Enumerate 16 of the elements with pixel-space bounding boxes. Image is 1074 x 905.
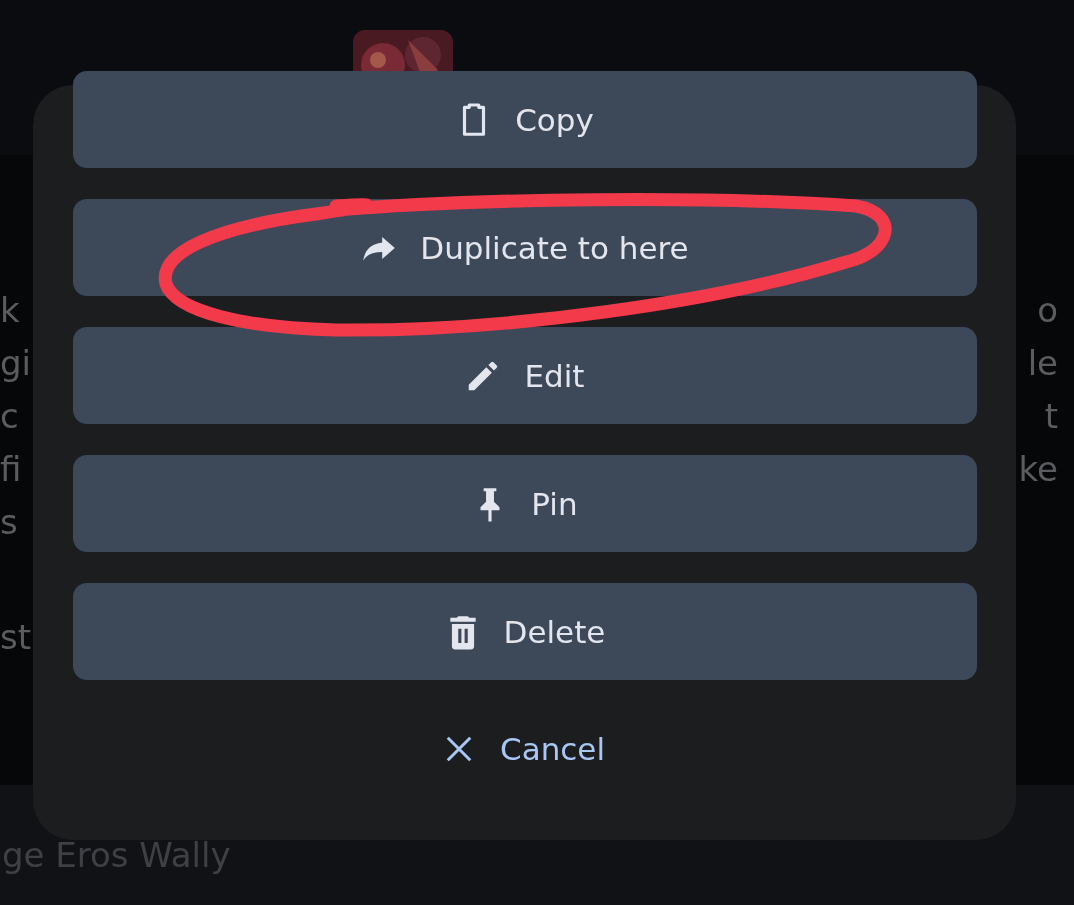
message-text-fragment: t — [1044, 395, 1058, 438]
message-text-fragment: le — [1027, 342, 1058, 385]
message-text-fragment: gi — [0, 342, 32, 385]
copy-action-button[interactable]: Copy — [72, 71, 977, 168]
message-text-fragment: st — [0, 616, 32, 659]
message-text-fragment: o — [1037, 289, 1058, 332]
close-icon — [444, 734, 474, 764]
delete-action-button[interactable]: Delete — [72, 583, 977, 680]
cancel-button[interactable]: Cancel — [434, 725, 615, 773]
message-text-fragment: k — [0, 289, 20, 332]
message-text-fragment: fi — [0, 448, 22, 491]
edit-action-button[interactable]: Edit — [72, 327, 977, 424]
message-text-fragment: c — [0, 395, 19, 438]
message-text-fragment: s — [0, 501, 18, 544]
pin-action-button[interactable]: Pin — [72, 455, 977, 552]
message-text-fragment: ke — [1018, 448, 1058, 491]
